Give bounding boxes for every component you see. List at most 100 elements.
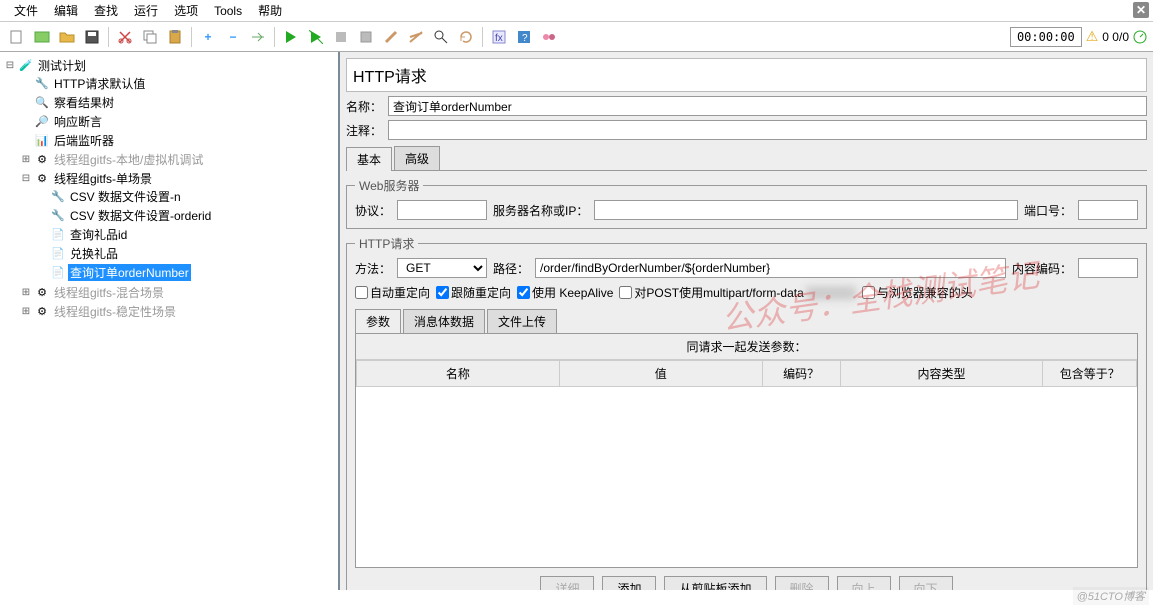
col-encode[interactable]: 编码？ [762, 361, 840, 387]
add-from-clipboard-button[interactable]: 从剪贴板添加 [664, 576, 766, 590]
expand-toggle[interactable]: ⊞ [20, 306, 32, 317]
tree-group[interactable]: 线程组gitfs-本地/虚拟机调试 [52, 151, 205, 168]
subtab-body[interactable]: 消息体数据 [403, 309, 485, 333]
tree-item[interactable]: CSV 数据文件设置-orderid [68, 207, 213, 224]
auto-redirect-checkbox[interactable] [355, 286, 368, 299]
multipart-checkbox[interactable] [619, 286, 632, 299]
menu-bar: 文件 编辑 查找 运行 选项 Tools 帮助 ✕ [0, 0, 1153, 22]
tree-item[interactable]: 兑换礼品 [68, 245, 120, 262]
web-server-fieldset: Web服务器 协议： 服务器名称或IP： 端口号： [346, 177, 1147, 229]
col-name[interactable]: 名称 [357, 361, 560, 387]
test-plan-tree[interactable]: ⊟🧪测试计划 🔧HTTP请求默认值 🔍察看结果树 🔎响应断言 📊后端监听器 ⊞⚙… [0, 52, 340, 590]
save-icon[interactable] [81, 26, 103, 48]
menu-search[interactable]: 查找 [88, 0, 124, 21]
tree-group[interactable]: 线程组gitfs-稳定性场景 [52, 303, 178, 320]
delete-button[interactable]: 删除 [775, 576, 829, 590]
keepalive-checkbox[interactable] [517, 286, 530, 299]
help-icon[interactable]: ? [513, 26, 535, 48]
new-icon[interactable] [6, 26, 28, 48]
menu-tools[interactable]: Tools [208, 2, 248, 20]
up-button[interactable]: 向上 [837, 576, 891, 590]
detail-button[interactable]: 详细 [540, 576, 594, 590]
menu-options[interactable]: 选项 [168, 0, 204, 21]
tab-advanced[interactable]: 高级 [394, 146, 440, 170]
menu-help[interactable]: 帮助 [252, 0, 288, 21]
browser-headers-checkbox[interactable] [862, 286, 875, 299]
reset-search-icon[interactable] [455, 26, 477, 48]
threads-icon[interactable] [538, 26, 560, 48]
name-label: 名称： [346, 98, 382, 115]
paste-icon[interactable] [164, 26, 186, 48]
tree-group[interactable]: 线程组gitfs-单场景 [52, 170, 154, 187]
name-field[interactable] [388, 96, 1147, 116]
tree-item[interactable]: 查询礼品id [68, 226, 129, 243]
tree-item[interactable]: 察看结果树 [52, 94, 116, 111]
method-select[interactable]: GET [397, 258, 487, 278]
gear-icon: ⚙ [34, 152, 50, 168]
expand-icon[interactable]: + [197, 26, 219, 48]
path-field[interactable] [535, 258, 1006, 278]
encoding-field[interactable] [1078, 258, 1138, 278]
tree-root[interactable]: 测试计划 [36, 57, 88, 74]
copy-icon[interactable] [139, 26, 161, 48]
add-button[interactable]: 添加 [602, 576, 656, 590]
clear-icon[interactable] [380, 26, 402, 48]
wrench-icon: 🔧 [50, 189, 66, 205]
search-icon[interactable] [430, 26, 452, 48]
encoding-label: 内容编码： [1012, 260, 1072, 277]
param-table[interactable]: 名称 值 编码？ 内容类型 包含等于？ [356, 360, 1137, 387]
expand-toggle[interactable]: ⊞ [20, 287, 32, 298]
col-equals[interactable]: 包含等于？ [1043, 361, 1137, 387]
tree-item[interactable]: HTTP请求默认值 [52, 75, 147, 92]
shutdown-icon[interactable] [355, 26, 377, 48]
comment-field[interactable] [388, 120, 1147, 140]
collapse-icon[interactable]: − [222, 26, 244, 48]
menu-edit[interactable]: 编辑 [48, 0, 84, 21]
warning-icon[interactable]: ⚠ [1086, 28, 1099, 45]
port-field[interactable] [1078, 200, 1138, 220]
gear-icon: ⚙ [34, 171, 50, 187]
expand-toggle[interactable]: ⊞ [20, 154, 32, 165]
http-icon: 📄 [50, 246, 66, 262]
tab-basic[interactable]: 基本 [346, 147, 392, 171]
start-icon[interactable] [280, 26, 302, 48]
method-label: 方法： [355, 260, 391, 277]
down-button[interactable]: 向下 [899, 576, 953, 590]
expand-toggle[interactable]: ⊟ [20, 173, 32, 184]
tree-item[interactable]: 响应断言 [52, 113, 104, 130]
port-label: 端口号： [1024, 202, 1072, 219]
col-type[interactable]: 内容类型 [840, 361, 1043, 387]
wrench-icon: 🔧 [50, 208, 66, 224]
tree-group[interactable]: 线程组gitfs-混合场景 [52, 284, 166, 301]
subtab-upload[interactable]: 文件上传 [487, 309, 557, 333]
param-table-body[interactable] [356, 387, 1137, 567]
toggle-icon[interactable] [247, 26, 269, 48]
start-no-timers-icon[interactable] [305, 26, 327, 48]
protocol-field[interactable] [397, 200, 487, 220]
menu-run[interactable]: 运行 [128, 0, 164, 21]
assert-icon: 🔎 [34, 114, 50, 130]
expand-toggle[interactable]: ⊟ [4, 60, 16, 71]
cut-icon[interactable] [114, 26, 136, 48]
server-label: 服务器名称或IP： [493, 202, 588, 219]
http-request-panel: HTTP请求 名称： 注释： 基本 高级 Web服务器 协议： 服务器名称或IP… [340, 52, 1153, 590]
tree-item-selected[interactable]: 查询订单orderNumber [68, 264, 191, 281]
gauge-icon [1133, 30, 1147, 44]
menu-file[interactable]: 文件 [8, 0, 44, 21]
path-label: 路径： [493, 260, 529, 277]
separator [274, 27, 275, 47]
clear-all-icon[interactable] [405, 26, 427, 48]
subtab-params[interactable]: 参数 [355, 309, 401, 333]
templates-icon[interactable] [31, 26, 53, 48]
tree-item[interactable]: 后端监听器 [52, 132, 116, 149]
open-icon[interactable] [56, 26, 78, 48]
web-server-legend: Web服务器 [355, 177, 423, 194]
col-value[interactable]: 值 [559, 361, 762, 387]
close-icon[interactable]: ✕ [1133, 2, 1149, 18]
follow-redirect-checkbox[interactable] [436, 286, 449, 299]
server-field[interactable] [594, 200, 1018, 220]
function-helper-icon[interactable]: fx [488, 26, 510, 48]
stop-icon[interactable] [330, 26, 352, 48]
auto-redirect-label: 自动重定向 [370, 284, 430, 301]
tree-item[interactable]: CSV 数据文件设置-n [68, 188, 183, 205]
